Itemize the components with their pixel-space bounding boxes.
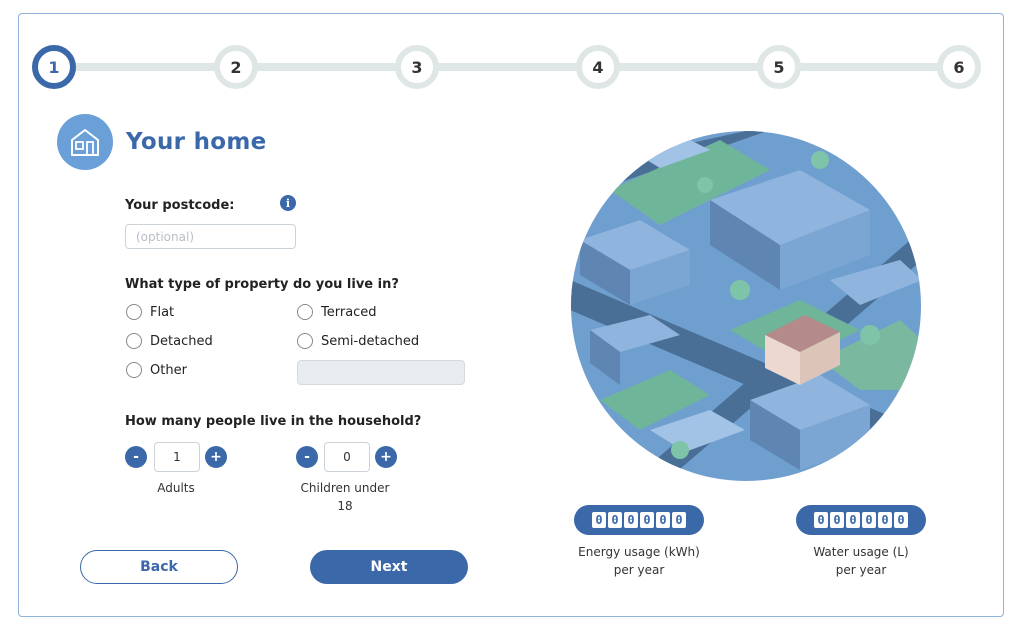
children-label-line2: 18: [337, 499, 353, 513]
adults-label: Adults: [157, 481, 195, 495]
radio-label: Flat: [150, 304, 175, 320]
radio-button[interactable]: [126, 333, 142, 349]
radio-label: Terraced: [321, 304, 377, 320]
water-caption-line2: per year: [835, 563, 887, 577]
step-5[interactable]: 5: [757, 45, 801, 89]
postcode-input[interactable]: [125, 224, 296, 249]
children-count[interactable]: 0: [324, 442, 370, 472]
step-3[interactable]: 3: [395, 45, 439, 89]
children-minus-button[interactable]: -: [296, 446, 318, 468]
radio-label: Semi-detached: [321, 333, 420, 349]
children-label-line1: Children under: [300, 481, 390, 495]
other-property-input[interactable]: [297, 360, 465, 385]
energy-meter: 0 0 0 0 0 0: [574, 505, 704, 535]
energy-digit: 0: [592, 512, 606, 528]
neighbourhood-illustration: [570, 130, 922, 487]
step-4[interactable]: 4: [576, 45, 620, 89]
energy-digit: 0: [656, 512, 670, 528]
radio-label: Other: [150, 362, 187, 378]
radio-label: Detached: [150, 333, 213, 349]
radio-button[interactable]: [126, 362, 142, 378]
page-title: Your home: [126, 129, 267, 155]
energy-digit: 0: [624, 512, 638, 528]
progress-track: [54, 63, 959, 71]
step-1[interactable]: 1: [32, 45, 76, 89]
water-caption: Water usage (L) per year: [782, 543, 940, 579]
water-digit: 0: [814, 512, 828, 528]
radio-detached[interactable]: Detached: [126, 333, 213, 349]
adults-count[interactable]: 1: [154, 442, 200, 472]
radio-button[interactable]: [126, 304, 142, 320]
radio-button[interactable]: [297, 304, 313, 320]
water-digit: 0: [862, 512, 876, 528]
step-2[interactable]: 2: [214, 45, 258, 89]
radio-terraced[interactable]: Terraced: [297, 304, 377, 320]
water-digit: 0: [846, 512, 860, 528]
children-plus-button[interactable]: +: [375, 446, 397, 468]
back-button[interactable]: Back: [80, 550, 238, 584]
house-icon: [57, 114, 113, 170]
household-question: How many people live in the household?: [125, 414, 422, 429]
next-button[interactable]: Next: [310, 550, 468, 584]
energy-caption: Energy usage (kWh) per year: [560, 543, 718, 579]
step-6[interactable]: 6: [937, 45, 981, 89]
postcode-label: Your postcode:: [125, 198, 235, 213]
energy-digit: 0: [608, 512, 622, 528]
water-digit: 0: [878, 512, 892, 528]
children-label: Children under 18: [280, 479, 410, 515]
radio-button[interactable]: [297, 333, 313, 349]
energy-digit: 0: [640, 512, 654, 528]
radio-semi-detached[interactable]: Semi-detached: [297, 333, 419, 349]
adults-plus-button[interactable]: +: [205, 446, 227, 468]
property-type-question: What type of property do you live in?: [125, 277, 399, 292]
radio-other[interactable]: Other: [126, 362, 187, 378]
energy-caption-line2: per year: [613, 563, 665, 577]
energy-digit: 0: [672, 512, 686, 528]
water-caption-line1: Water usage (L): [813, 545, 909, 559]
radio-flat[interactable]: Flat: [126, 304, 174, 320]
adults-minus-button[interactable]: -: [125, 446, 147, 468]
water-digit: 0: [830, 512, 844, 528]
info-icon[interactable]: i: [280, 195, 296, 211]
water-meter: 0 0 0 0 0 0: [796, 505, 926, 535]
water-digit: 0: [894, 512, 908, 528]
energy-caption-line1: Energy usage (kWh): [578, 545, 700, 559]
